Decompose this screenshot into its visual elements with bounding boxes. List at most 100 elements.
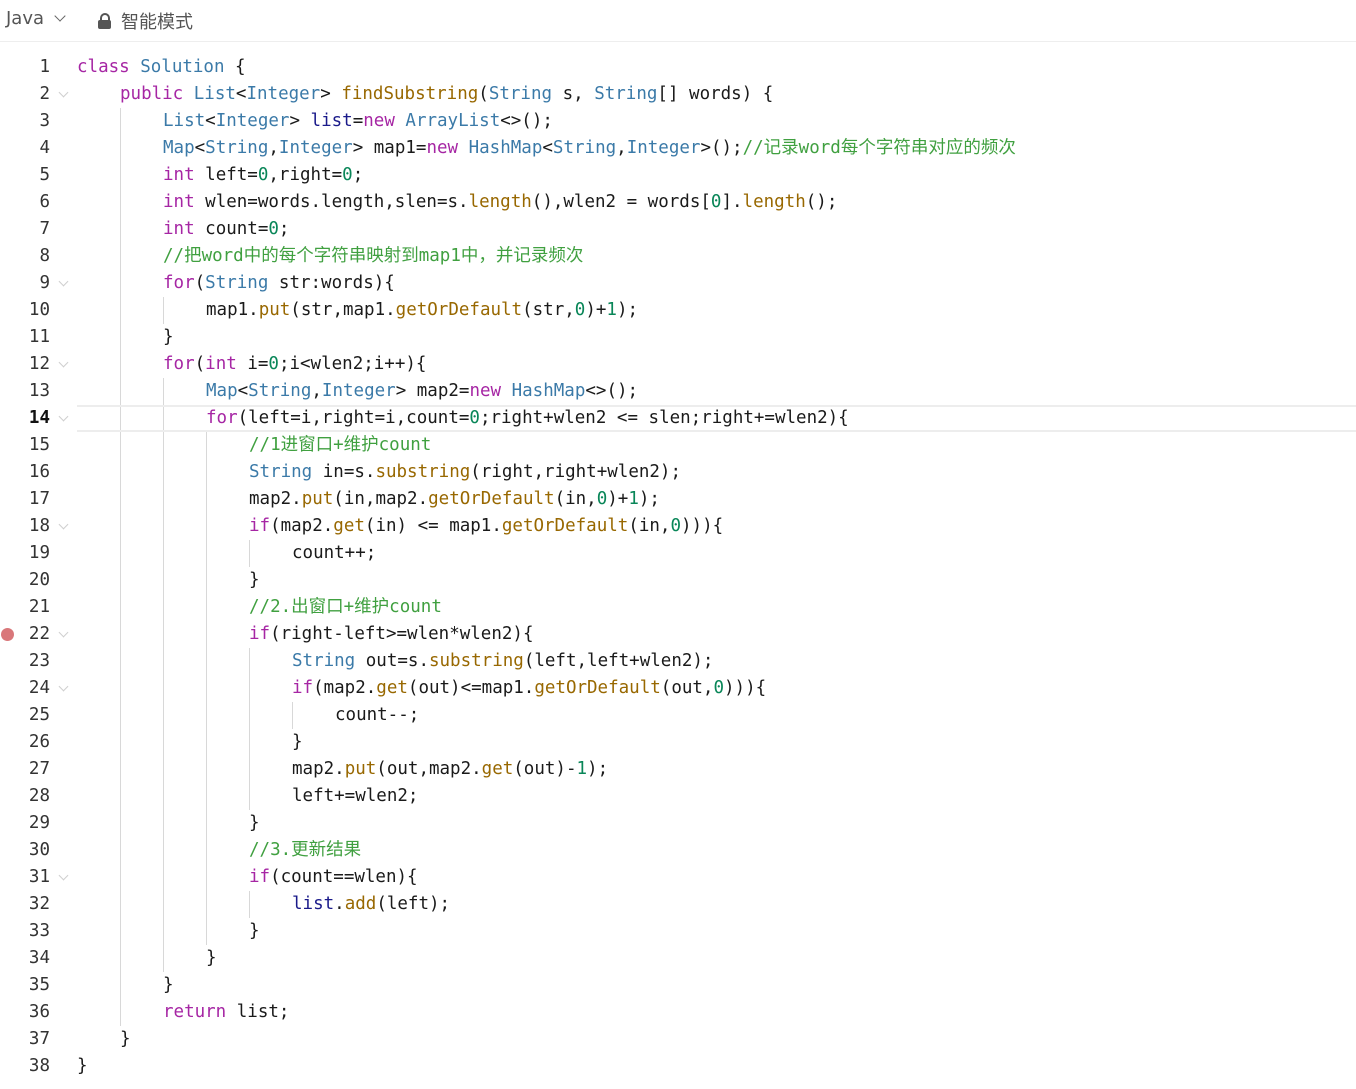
indent-guide <box>120 918 121 945</box>
code-line[interactable]: 36 return list; <box>0 999 1356 1026</box>
code-token: HashMap <box>468 138 543 158</box>
code-line[interactable]: 15 //1进窗口+维护count <box>0 432 1356 459</box>
code-line[interactable]: 6 int wlen=words.length,slen=s.length(),w… <box>0 189 1356 216</box>
code-line[interactable]: 14 for(left=i,right=i,count=0;right+wlen2… <box>0 405 1356 432</box>
indent-guide <box>206 567 207 594</box>
code-token: (out, <box>660 678 714 698</box>
fold-chevron-icon[interactable] <box>58 276 69 287</box>
code-editor[interactable]: 1 class Solution {2 public List<Integer> f… <box>0 54 1356 1080</box>
code-token: = <box>352 111 364 131</box>
indent-guide <box>206 783 207 810</box>
code-line[interactable]: 27 map2.put(out,map2.get(out)-1); <box>0 756 1356 783</box>
code-line[interactable]: 34} <box>0 945 1356 972</box>
code-line-content: Map<String,Integer> map2=new HashMap<>()… <box>77 378 1356 405</box>
code-line[interactable]: 17 map2.put(in,map2.getOrDefault(in,0)+1)… <box>0 486 1356 513</box>
code-token: substring <box>375 462 471 482</box>
indent-guide <box>249 891 250 918</box>
line-number: 28 <box>28 786 50 806</box>
code-line[interactable]: 7 int count=0; <box>0 216 1356 243</box>
code-line[interactable]: 32 list.add(left); <box>0 891 1356 918</box>
code-token: , <box>311 381 322 401</box>
indent-guide <box>292 702 293 729</box>
code-line[interactable]: 3 List<Integer> list=new ArrayList<>(); <box>0 108 1356 135</box>
code-token: ,right= <box>268 165 343 185</box>
code-line[interactable]: 4 Map<String,Integer> map1=new HashMap<St… <box>0 135 1356 162</box>
indent-guide <box>163 540 164 567</box>
code-line[interactable]: 18 if(map2.get(in) <= map1.getOrDefault(i… <box>0 513 1356 540</box>
code-line[interactable]: 19 count++; <box>0 540 1356 567</box>
indent-guide <box>249 729 250 756</box>
code-token: count= <box>205 219 269 239</box>
fold-chevron-icon[interactable] <box>58 87 69 98</box>
indent-guide <box>163 783 164 810</box>
fold-chevron-icon[interactable] <box>58 519 69 530</box>
code-token: , <box>268 138 279 158</box>
code-line-content: //把word中的每个字符串映射到map1中，并记录频次 <box>77 243 1356 270</box>
code-line[interactable]: 16 String in=s.substring(right,right+wlen… <box>0 459 1356 486</box>
indent-guide <box>206 864 207 891</box>
code-line[interactable]: 9 for(String str:words){ <box>0 270 1356 297</box>
code-line[interactable]: 5 int left=0,right=0; <box>0 162 1356 189</box>
code-token: String <box>488 84 553 104</box>
code-token: int <box>163 165 206 185</box>
code-text: for(int i=0;i<wlen2;i++){ <box>163 351 426 378</box>
code-text: } <box>249 918 260 945</box>
code-line[interactable]: 13 Map<String,Integer> map2=new HashMap<>… <box>0 378 1356 405</box>
code-line[interactable]: 10 map1.put(str,map1.getOrDefault(str,0)+… <box>0 297 1356 324</box>
smart-mode-toggle[interactable]: 智能模式 <box>98 8 193 34</box>
chevron-down-icon <box>54 10 66 22</box>
language-select[interactable]: Java <box>6 8 66 29</box>
fold-chevron-icon[interactable] <box>58 627 69 638</box>
code-line[interactable]: 8 //把word中的每个字符串映射到map1中，并记录频次 <box>0 243 1356 270</box>
code-token: String <box>249 462 323 482</box>
code-line-content: List<Integer> list=new ArrayList<>(); <box>77 108 1356 135</box>
fold-chevron-icon[interactable] <box>58 411 69 422</box>
code-line[interactable]: 23 String out=s.substring(left,left+wlen2… <box>0 648 1356 675</box>
line-number: 14 <box>28 408 50 428</box>
code-line[interactable]: 28 left+=wlen2; <box>0 783 1356 810</box>
code-token: Map <box>163 138 195 158</box>
code-token: ArrayList <box>405 111 501 131</box>
code-line[interactable]: 24 if(map2.get(out)<=map1.getOrDefault(ou… <box>0 675 1356 702</box>
code-line[interactable]: 2 public List<Integer> findSubstring(Stri… <box>0 81 1356 108</box>
code-line[interactable]: 11} <box>0 324 1356 351</box>
code-line[interactable]: 35} <box>0 972 1356 999</box>
code-line[interactable]: 38} <box>0 1053 1356 1080</box>
code-token: get <box>376 678 408 698</box>
code-line[interactable]: 20} <box>0 567 1356 594</box>
code-line[interactable]: 25 count--; <box>0 702 1356 729</box>
code-line-content: } <box>77 729 1356 756</box>
code-line[interactable]: 31 if(count==wlen){ <box>0 864 1356 891</box>
code-token: (in,map2. <box>333 489 429 509</box>
code-line[interactable]: 29} <box>0 810 1356 837</box>
code-token: } <box>77 1056 88 1076</box>
code-token: map2. <box>249 489 302 509</box>
fold-chevron-icon[interactable] <box>58 357 69 368</box>
code-line-content: } <box>77 324 1356 351</box>
code-line[interactable]: 37} <box>0 1026 1356 1053</box>
code-line[interactable]: 1 class Solution { <box>0 54 1356 81</box>
line-number: 6 <box>39 192 50 212</box>
code-token: left= <box>205 165 258 185</box>
line-number: 30 <box>28 840 50 860</box>
code-line[interactable]: 33} <box>0 918 1356 945</box>
indent-guide <box>249 702 250 729</box>
indent-guide <box>206 540 207 567</box>
code-line[interactable]: 30 //3.更新结果 <box>0 837 1356 864</box>
indent-guide <box>249 648 250 675</box>
code-line[interactable]: 22 if(right-left>=wlen*wlen2){ <box>0 621 1356 648</box>
fold-chevron-icon[interactable] <box>58 870 69 881</box>
code-line[interactable]: 26} <box>0 729 1356 756</box>
line-number: 10 <box>28 300 50 320</box>
line-number: 9 <box>39 273 50 293</box>
code-token: put <box>344 759 377 779</box>
code-line[interactable]: 21 //2.出窗口+维护count <box>0 594 1356 621</box>
fold-chevron-icon[interactable] <box>58 681 69 692</box>
indent-guide <box>163 432 164 459</box>
code-token: String <box>205 138 269 158</box>
code-text: Map<String,Integer> map1=new HashMap<Str… <box>163 135 1016 162</box>
code-line[interactable]: 12 for(int i=0;i<wlen2;i++){ <box>0 351 1356 378</box>
code-text: map1.put(str,map1.getOrDefault(str,0)+1)… <box>206 297 638 324</box>
code-token: Integer <box>321 381 396 401</box>
code-token: (map2. <box>270 516 334 536</box>
